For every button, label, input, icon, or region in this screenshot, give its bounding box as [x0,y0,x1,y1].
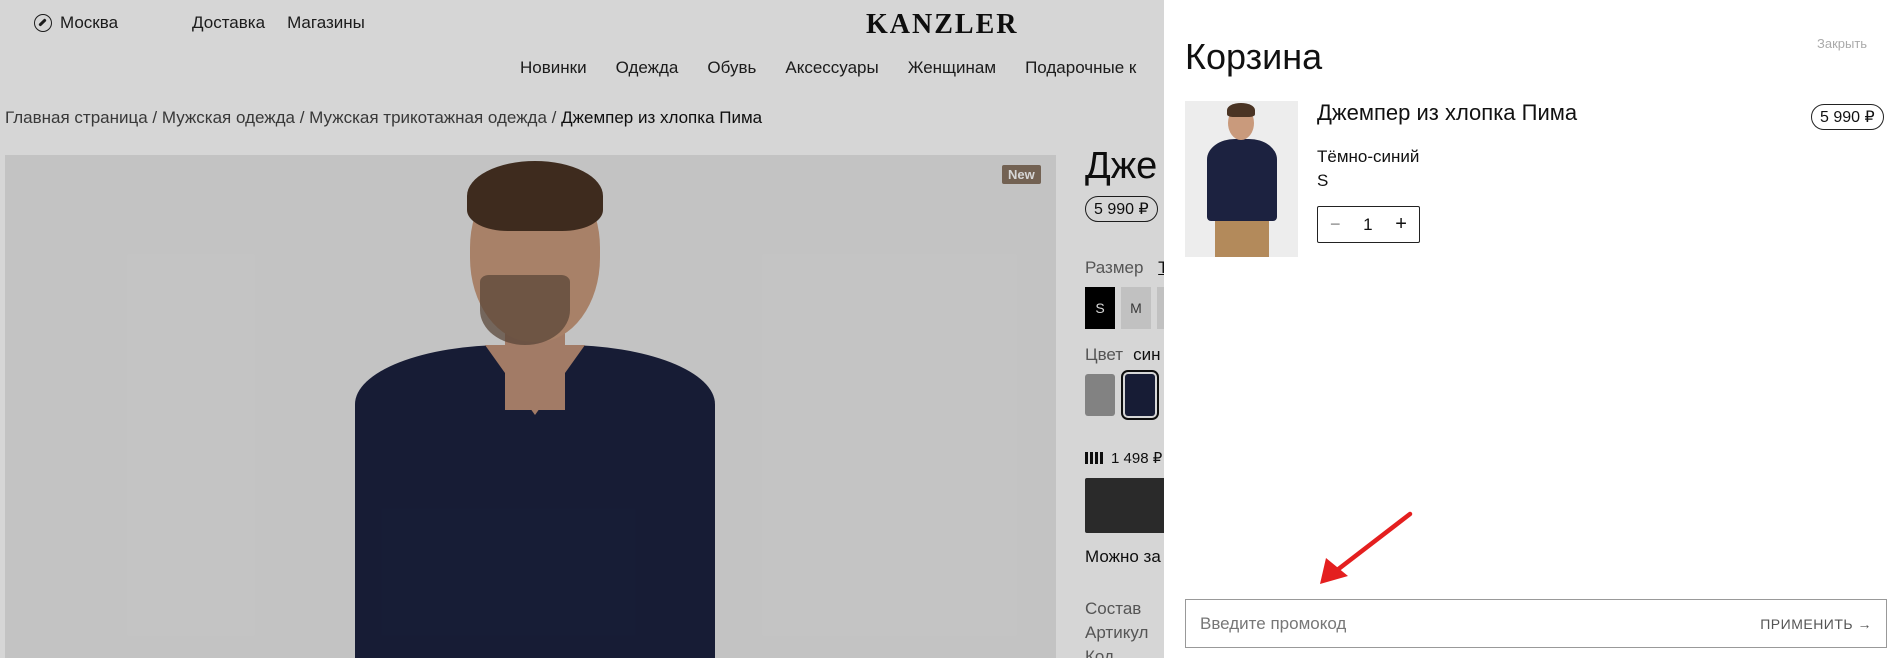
cart-item-size: S [1317,171,1329,190]
apply-promo-button[interactable]: ПРИМЕНИТЬ → [1760,616,1872,632]
increase-qty-button[interactable]: + [1395,213,1407,236]
cart-item-price: 5 990 ₽ [1811,104,1884,130]
cart-drawer: Корзина Закрыть Джемпер из хлопка Пима 5… [1164,0,1897,658]
close-button[interactable]: Закрыть [1817,36,1867,51]
decrease-qty-button[interactable]: − [1330,214,1341,235]
cart-item-name[interactable]: Джемпер из хлопка Пима [1317,100,1577,126]
quantity-stepper: − 1 + [1317,206,1420,243]
promo-code-field: ПРИМЕНИТЬ → [1185,599,1887,648]
cart-item-thumbnail[interactable] [1185,101,1298,257]
cart-item-color: Тёмно-синий [1317,147,1420,166]
cart-title: Корзина [1185,36,1323,77]
quantity-value: 1 [1363,214,1373,234]
promo-code-input[interactable] [1200,613,1761,634]
modal-overlay[interactable] [0,0,1164,658]
